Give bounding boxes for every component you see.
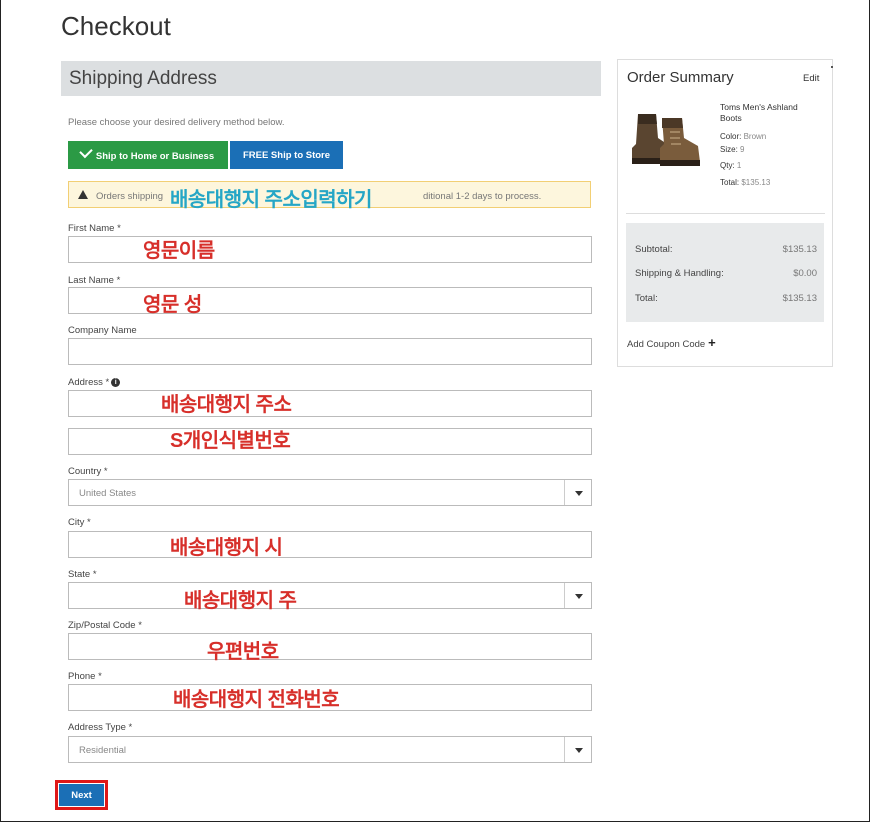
address-line1-input[interactable] — [68, 390, 592, 417]
ship-to-home-button[interactable]: Ship to Home or Business — [68, 141, 228, 169]
order-summary-title: Order Summary — [627, 69, 734, 86]
select-divider — [564, 737, 565, 762]
boot-product-image — [632, 114, 700, 166]
annotation-state: 배송대행지 주 — [184, 590, 297, 612]
annotation-city: 배송대행지 시 — [170, 537, 283, 559]
annotation-first-name: 영문이름 — [143, 240, 215, 262]
page-title: Checkout — [61, 11, 171, 41]
last-name-label: Last Name * — [68, 275, 121, 286]
city-input[interactable] — [68, 531, 592, 558]
product-qty-label: Qty: — [720, 161, 735, 170]
chevron-down-icon — [575, 748, 583, 753]
company-name-label: Company Name — [68, 325, 137, 336]
annotation-zip: 우편번호 — [207, 641, 279, 663]
warning-icon — [78, 190, 88, 199]
divider-dot — [831, 66, 833, 68]
annotation-address2: S개인식별번호 — [170, 430, 291, 452]
address-label-row: Address * i — [68, 377, 121, 388]
annotation-address1: 배송대행지 주소 — [161, 394, 292, 416]
plus-icon: + — [708, 335, 716, 350]
edit-link[interactable]: Edit — [803, 73, 819, 84]
subtotal-label: Subtotal: — [635, 244, 673, 255]
info-icon[interactable]: i — [111, 377, 121, 387]
shipping-label: Shipping & Handling: — [635, 268, 724, 279]
total-value: $135.13 — [782, 293, 817, 304]
total-label: Total: — [635, 293, 658, 304]
add-coupon-link[interactable]: Add Coupon Code + — [627, 335, 716, 350]
notice-text-start: Orders shipping — [96, 191, 164, 202]
address-type-label: Address Type * — [68, 722, 133, 733]
chevron-down-icon — [575, 491, 583, 496]
chevron-down-icon — [575, 594, 583, 599]
company-name-input[interactable] — [68, 338, 592, 365]
product-qty-value: 1 — [736, 161, 742, 170]
first-name-label: First Name * — [68, 223, 121, 234]
add-coupon-label: Add Coupon Code — [627, 339, 706, 350]
select-divider — [564, 480, 565, 505]
phone-label: Phone * — [68, 671, 102, 682]
country-value: United States — [79, 488, 137, 499]
address-type-value: Residential — [79, 745, 126, 756]
select-divider — [564, 583, 565, 608]
zip-input[interactable] — [68, 633, 592, 660]
order-summary-panel: Order Summary Edit Toms Men's Ashland Bo… — [617, 59, 833, 367]
section-title: Shipping Address — [69, 68, 217, 89]
product-total-label: Total: — [720, 178, 740, 187]
state-label: State * — [68, 569, 97, 580]
country-label: Country * — [68, 466, 108, 477]
product-size-value: 9 — [740, 145, 745, 154]
product-color-label: Color: — [720, 132, 742, 141]
product-total-value: $135.13 — [741, 178, 771, 187]
address-type-select[interactable]: Residential — [68, 736, 592, 763]
shipping-address-header: Shipping Address — [61, 61, 601, 96]
ship-to-store-button[interactable]: FREE Ship to Store — [230, 141, 343, 169]
summary-divider — [626, 213, 825, 214]
product-color: Color: Brown — [720, 132, 766, 141]
city-label: City * — [68, 517, 91, 528]
totals-box: Subtotal: $135.13 Shipping & Handling: $… — [626, 223, 824, 322]
product-qty: Qty: 1 — [720, 161, 741, 170]
next-button[interactable]: Next — [59, 784, 104, 806]
check-icon — [79, 144, 93, 159]
product-color-value: Brown — [743, 132, 767, 141]
notice-text-end: ditional 1-2 days to process. — [423, 191, 542, 202]
ship-to-home-label: Ship to Home or Business — [95, 151, 215, 162]
annotation-notice: 배송대행지 주소입력하기 — [170, 189, 372, 211]
product-name: Toms Men's Ashland Boots — [720, 102, 798, 123]
country-select[interactable]: United States — [68, 479, 592, 506]
delivery-helper-text: Please choose your desired delivery meth… — [68, 117, 285, 128]
address-label: Address * — [68, 377, 110, 388]
product-total: Total: $135.13 — [720, 178, 770, 187]
address-line2-input[interactable] — [68, 428, 592, 455]
zip-label: Zip/Postal Code * — [68, 620, 142, 631]
subtotal-value: $135.13 — [782, 244, 817, 255]
product-size: Size: 9 — [720, 145, 744, 154]
product-size-label: Size: — [720, 145, 738, 154]
annotation-last-name: 영문 성 — [143, 294, 202, 316]
annotation-phone: 배송대행지 전화번호 — [173, 689, 340, 711]
state-select[interactable] — [68, 582, 592, 609]
shipping-value: $0.00 — [793, 268, 817, 279]
